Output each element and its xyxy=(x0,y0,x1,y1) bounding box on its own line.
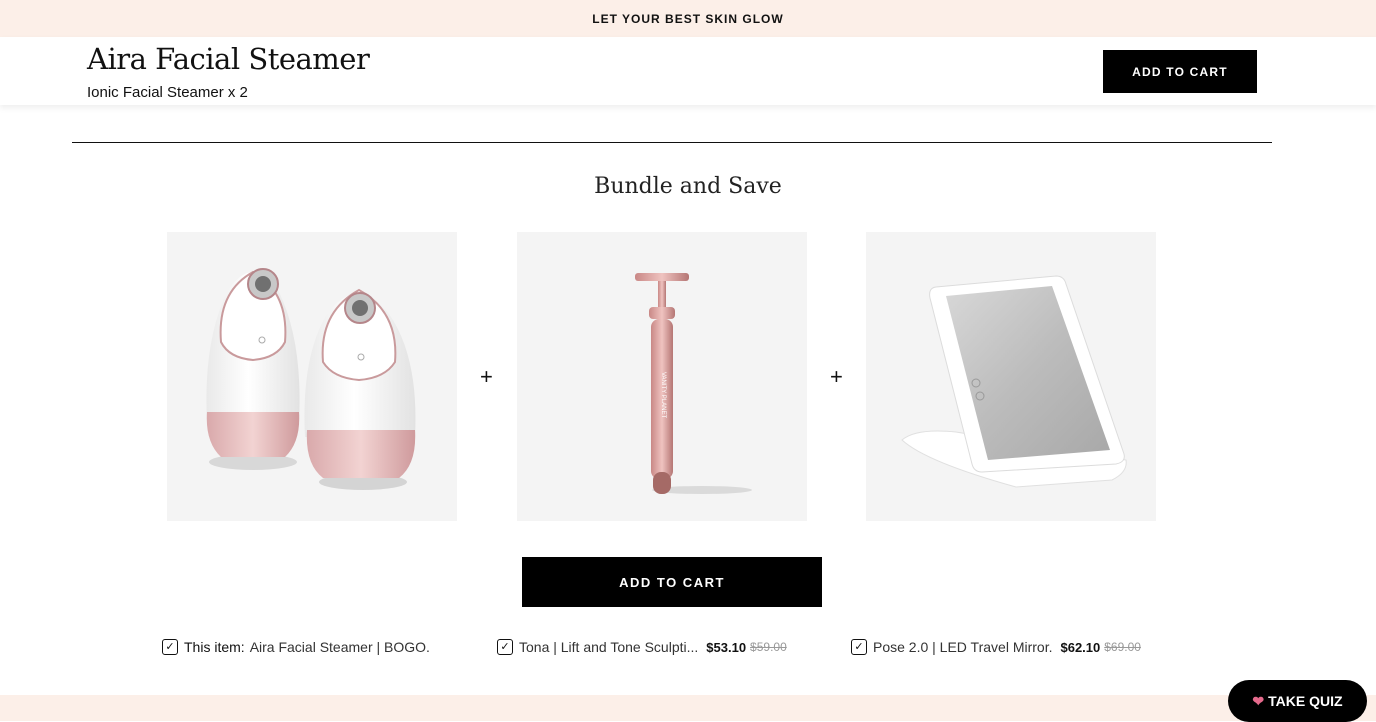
bundle-add-to-cart-button[interactable]: ADD TO CART xyxy=(522,557,822,607)
checkbox-checked-icon[interactable]: ✓ xyxy=(162,639,178,655)
product-title: Aira Facial Steamer xyxy=(87,42,370,76)
this-item-label: This item: xyxy=(184,639,245,655)
bundle-item-3: ✓ Pose 2.0 | LED Travel Mirror. $62.10 $… xyxy=(851,637,1141,657)
sticky-product-header: Aira Facial Steamer Ionic Facial Steamer… xyxy=(0,37,1376,105)
sale-price: $62.10 xyxy=(1060,639,1101,655)
bundle-item-2: ✓ Tona | Lift and Tone Sculpti... $53.10… xyxy=(497,637,787,657)
plus-sign: + xyxy=(830,364,843,389)
take-quiz-button[interactable]: ❤ TAKE QUIZ xyxy=(1228,680,1367,722)
take-quiz-label: TAKE QUIZ xyxy=(1268,693,1343,709)
bundle-item-name[interactable]: Tona | Lift and Tone Sculpti... xyxy=(519,639,698,655)
bundle-item-name: Aira Facial Steamer | BOGO. xyxy=(249,639,430,655)
checkbox-checked-icon[interactable]: ✓ xyxy=(497,639,513,655)
plus-sign: + xyxy=(480,364,493,389)
checkbox-checked-icon[interactable]: ✓ xyxy=(851,639,867,655)
sculpting-bar-image[interactable]: VANITY PLANET xyxy=(517,232,807,521)
bundle-title: Bundle and Save xyxy=(594,174,782,199)
heart-icon: ❤ xyxy=(1252,692,1265,709)
original-price: $69.00 xyxy=(1104,640,1141,654)
footer-band xyxy=(0,695,1376,721)
announcement-bar: LET YOUR BEST SKIN GLOW xyxy=(0,0,1376,37)
product-variant: Ionic Facial Steamer x 2 xyxy=(87,84,248,101)
section-divider xyxy=(72,142,1272,143)
facial-steamer-pair-image[interactable] xyxy=(167,232,457,521)
bundle-item-1: ✓ This item: Aira Facial Steamer | BOGO. xyxy=(162,637,430,657)
travel-mirror-image[interactable] xyxy=(866,232,1156,521)
header-add-to-cart-button[interactable]: ADD TO CART xyxy=(1103,50,1257,93)
sale-price: $53.10 xyxy=(706,639,747,655)
svg-text:VANITY PLANET: VANITY PLANET xyxy=(660,372,666,418)
announcement-text: LET YOUR BEST SKIN GLOW xyxy=(592,11,784,26)
bundle-item-name[interactable]: Pose 2.0 | LED Travel Mirror. xyxy=(873,639,1052,655)
original-price: $59.00 xyxy=(750,640,787,654)
